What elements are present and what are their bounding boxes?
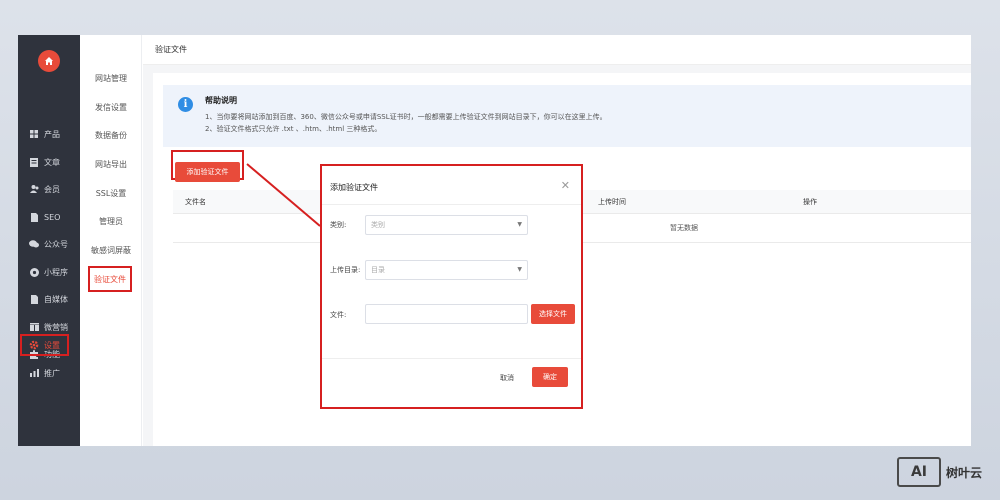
chevron-down-icon: ▼	[517, 266, 522, 273]
column-header-upload-time: 上传时间	[598, 198, 626, 206]
subnav-item-site-manage[interactable]: 网站管理	[80, 73, 142, 84]
subnav-item-sensitive-words[interactable]: 敏感词屏蔽	[80, 245, 142, 256]
chart-icon	[29, 368, 39, 378]
sidebar-item-label: 会员	[44, 184, 60, 194]
cancel-button[interactable]: 取消	[492, 368, 522, 388]
category-placeholder: 类别	[371, 221, 385, 229]
mini-program-icon	[29, 267, 39, 277]
page-title: 验证文件	[143, 35, 971, 65]
brand-watermark: AI 树叶云	[897, 456, 982, 488]
close-icon[interactable]: ✕	[561, 179, 570, 192]
sidebar-item-label: 自媒体	[44, 294, 68, 304]
sidebar-item-promotion[interactable]: 推广	[18, 362, 80, 384]
media-icon	[29, 294, 39, 304]
sidebar-item-label: SEO	[44, 212, 61, 222]
help-box: i 帮助说明 1、当你要将网站添加到百度、360、微信公众号或申请SSL证书时，…	[163, 85, 971, 147]
sidebar-item-label: 推广	[44, 368, 60, 378]
sidebar-item-label: 产品	[44, 129, 60, 139]
subnav-item-backup[interactable]: 数据备份	[80, 130, 142, 141]
info-icon: i	[178, 97, 193, 112]
confirm-button[interactable]: 确定	[532, 367, 568, 387]
help-line-2: 2、验证文件格式只允许 .txt 、.htm、.html 三种格式。	[205, 125, 382, 133]
column-header-actions: 操作	[803, 198, 817, 206]
upload-dir-label: 上传目录:	[330, 266, 361, 274]
sidebar-item-media[interactable]: 自媒体	[18, 288, 80, 310]
sidebar-item-settings[interactable]: 设置	[20, 334, 69, 356]
column-header-filename: 文件名	[185, 198, 206, 206]
choose-file-button[interactable]: 选择文件	[531, 304, 575, 324]
add-verify-file-button[interactable]: 添加验证文件	[175, 162, 240, 182]
sidebar-item-label: 设置	[44, 340, 60, 350]
sidebar-item-label: 微营销	[44, 322, 68, 332]
marketing-icon	[29, 322, 39, 332]
category-label: 类别:	[330, 221, 347, 229]
subnav-item-mail-settings[interactable]: 发信设置	[80, 102, 142, 113]
upload-dir-placeholder: 目录	[371, 266, 385, 274]
upload-dir-select[interactable]: 目录 ▼	[365, 260, 528, 280]
brand-name: 树叶云	[946, 465, 983, 480]
sidebar-item-member[interactable]: 会员	[18, 178, 80, 200]
add-verify-file-dialog: 添加验证文件 ✕ 类别: 类别 ▼ 上传目录: 目录 ▼ 文件: 选择文件 取消…	[320, 164, 583, 409]
file-icon	[29, 212, 39, 222]
file-label: 文件:	[330, 311, 347, 319]
sidebar-item-product[interactable]: 产品	[18, 123, 80, 145]
gear-icon	[29, 340, 39, 350]
settings-subnav: 网站管理 发信设置 数据备份 网站导出 SSL设置 管理员 敏感词屏蔽 验证文件	[80, 35, 142, 446]
brand-logo: AI	[897, 457, 941, 487]
home-icon	[45, 57, 53, 65]
home-button[interactable]	[38, 50, 60, 72]
category-select[interactable]: 类别 ▼	[365, 215, 528, 235]
sidebar-item-mini-program[interactable]: 小程序	[18, 261, 80, 283]
subnav-item-admin[interactable]: 管理员	[80, 216, 142, 227]
dialog-divider	[322, 204, 581, 205]
sidebar: 产品 文章 会员 SEO 公众号 小程序 自媒体 微营销 功能 设置 推广	[18, 35, 80, 446]
sidebar-item-label: 文章	[44, 157, 60, 167]
subnav-item-export[interactable]: 网站导出	[80, 159, 142, 170]
dialog-footer-divider	[322, 358, 581, 359]
file-input[interactable]	[365, 304, 528, 324]
empty-text: 暂无数据	[670, 224, 698, 232]
sidebar-item-label: 公众号	[44, 239, 68, 249]
document-icon	[29, 157, 39, 167]
subnav-item-ssl[interactable]: SSL设置	[80, 188, 142, 199]
sidebar-item-article[interactable]: 文章	[18, 151, 80, 173]
grid-icon	[29, 129, 39, 139]
help-line-1: 1、当你要将网站添加到百度、360、微信公众号或申请SSL证书时，一般都需要上传…	[205, 113, 607, 121]
subnav-item-verify-file[interactable]: 验证文件	[88, 266, 132, 292]
sidebar-item-wechat[interactable]: 公众号	[18, 233, 80, 255]
dialog-title: 添加验证文件	[330, 183, 378, 192]
sidebar-item-seo[interactable]: SEO	[18, 206, 80, 228]
users-icon	[29, 184, 39, 194]
help-title: 帮助说明	[205, 96, 237, 105]
wechat-icon	[29, 239, 39, 249]
sidebar-item-label: 小程序	[44, 267, 68, 277]
chevron-down-icon: ▼	[517, 221, 522, 228]
